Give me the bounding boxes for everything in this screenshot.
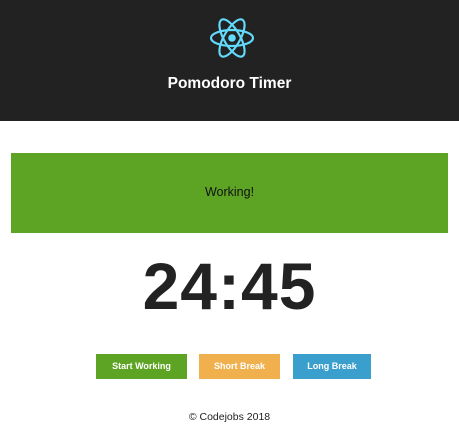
app-title: Pomodoro Timer — [167, 75, 292, 92]
timer-display: 24:45 — [142, 249, 317, 323]
long-break-button[interactable]: Long Break — [293, 354, 371, 379]
status-text: Working! — [204, 185, 255, 199]
react-atom-icon — [209, 15, 255, 61]
footer-copyright: © Codejobs 2018 — [188, 411, 271, 423]
app-header: Pomodoro Timer — [0, 0, 459, 121]
status-banner: Working! — [11, 153, 448, 233]
short-break-button[interactable]: Short Break — [199, 354, 280, 379]
start-working-button[interactable]: Start Working — [96, 354, 187, 379]
